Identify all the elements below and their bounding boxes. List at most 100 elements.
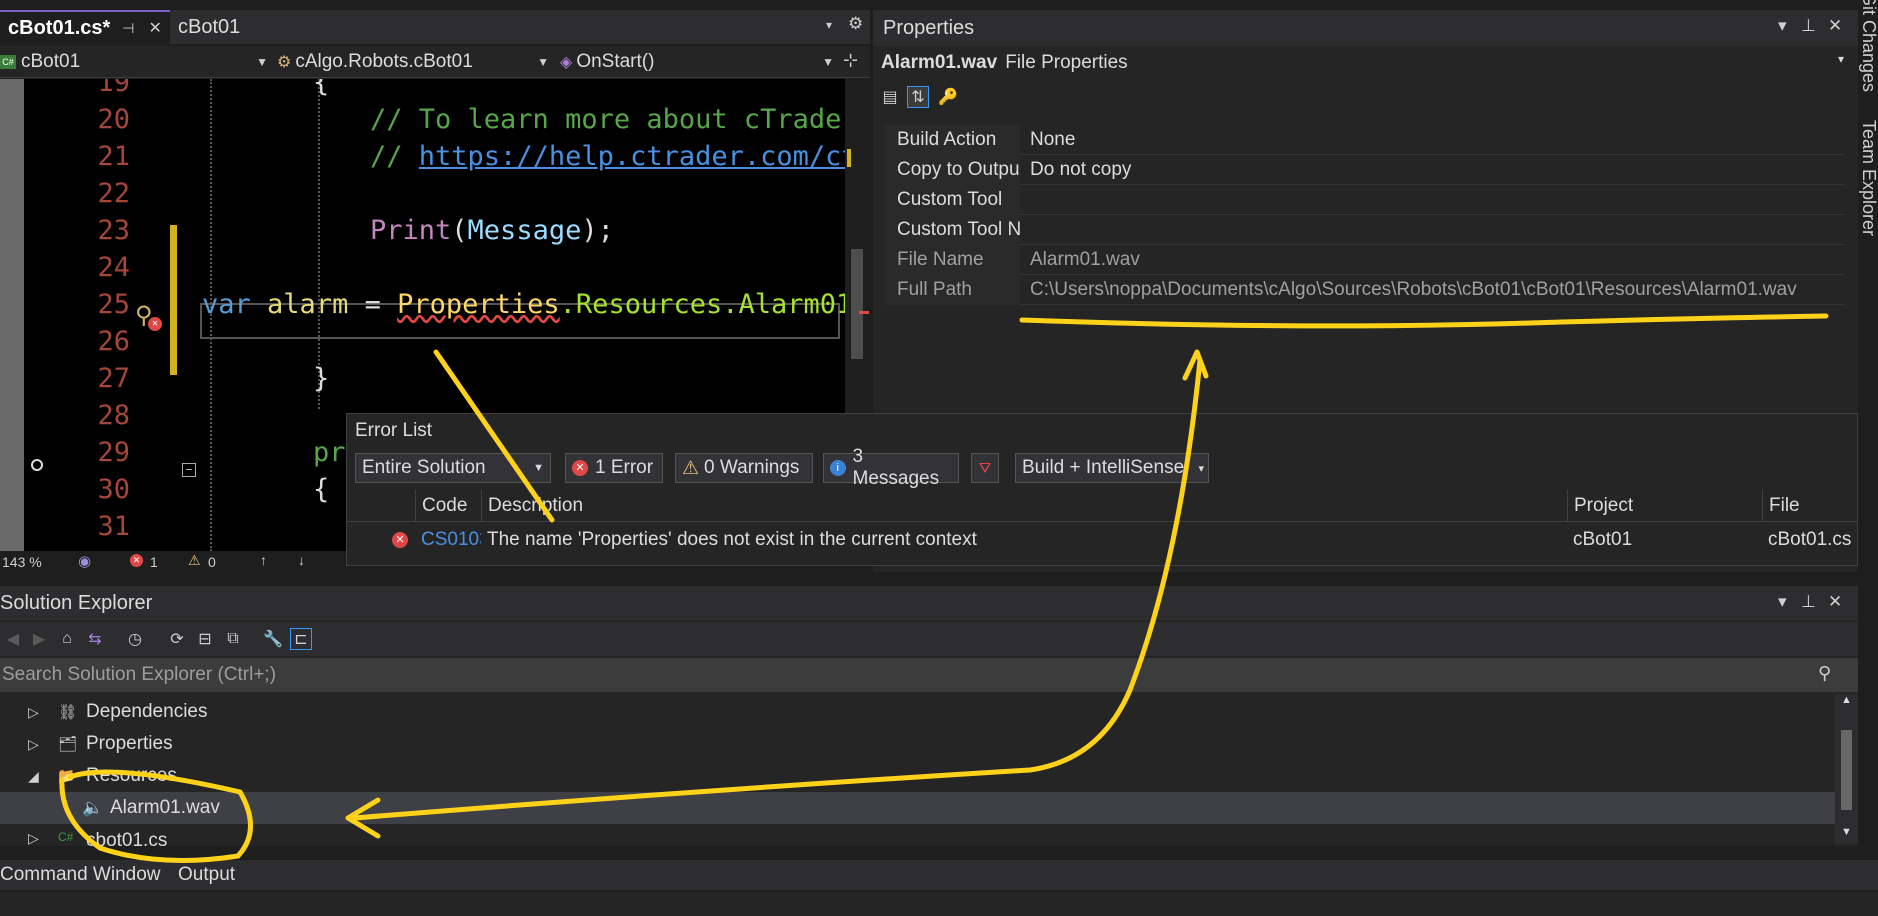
- tree-item-dependencies[interactable]: ▷ ⛓ Dependencies: [0, 696, 1835, 728]
- properties-wrench-icon[interactable]: 🔧: [262, 628, 284, 650]
- arrow-down-icon[interactable]: ↓: [298, 552, 305, 568]
- collapse-region-icon[interactable]: −: [182, 463, 196, 477]
- member-dropdown[interactable]: ◈ OnStart() ▼: [560, 49, 838, 75]
- property-pages-icon[interactable]: 🔑: [937, 86, 959, 108]
- error-code-link[interactable]: CS0103: [415, 524, 481, 556]
- show-all-files-icon[interactable]: ⧉: [222, 628, 244, 650]
- close-icon[interactable]: ✕: [1828, 592, 1842, 612]
- close-icon[interactable]: ✕: [148, 18, 161, 38]
- code-punct: (: [451, 215, 468, 246]
- home-icon[interactable]: ⌂: [56, 628, 78, 650]
- code-method: Print: [370, 215, 452, 246]
- source-dropdown[interactable]: Build + IntelliSense ▾: [1015, 453, 1209, 483]
- error-count: 1: [150, 554, 158, 570]
- search-input[interactable]: Search Solution Explorer (Ctrl+;) ⚲: [0, 658, 1858, 692]
- object-name: Alarm01.wav: [881, 52, 998, 73]
- scroll-down-icon[interactable]: ▼: [1841, 826, 1852, 838]
- alphabetical-icon[interactable]: ⇅: [907, 86, 929, 108]
- categorized-icon[interactable]: ▤: [879, 86, 901, 108]
- pin-icon[interactable]: ⊥: [1801, 16, 1816, 36]
- source-label: Build + IntelliSense: [1022, 457, 1185, 478]
- tree-item-properties[interactable]: ▷ 🗂 Properties: [0, 728, 1835, 760]
- warning-count-icon[interactable]: ⚠: [188, 552, 201, 569]
- scroll-up-icon[interactable]: ▲: [1841, 694, 1852, 706]
- git-changes-tab[interactable]: Git Changes: [1858, 0, 1878, 102]
- property-value[interactable]: [1025, 215, 1845, 245]
- property-row[interactable]: Copy to Outpu Do not copy: [885, 155, 1845, 185]
- column-file[interactable]: File: [1762, 490, 1857, 522]
- tree-item-cbot01-cs[interactable]: ▷ C# cbot01.cs: [0, 824, 1835, 846]
- column-description[interactable]: Description: [481, 490, 1561, 522]
- expand-icon[interactable]: ▷: [28, 830, 39, 846]
- window-position-icon[interactable]: ▾: [1778, 16, 1787, 36]
- filter-button[interactable]: ⛛: [971, 453, 999, 483]
- dependencies-icon: ⛓: [58, 704, 78, 721]
- property-row[interactable]: Full Path C:\Users\noppa\Documents\cAlgo…: [885, 275, 1845, 305]
- scope-dropdown[interactable]: Entire Solution ▼: [355, 453, 551, 483]
- property-row[interactable]: Custom Tool: [885, 185, 1845, 215]
- split-window-icon[interactable]: ⊹: [843, 50, 858, 71]
- pin-icon[interactable]: ⊣: [122, 20, 134, 37]
- right-tool-rail: Git Changes Team Explorer: [1858, 0, 1878, 916]
- tree-item-alarm01-wav[interactable]: 🔈 Alarm01.wav: [0, 792, 1835, 824]
- tab-list-dropdown-icon[interactable]: ▾: [826, 18, 832, 32]
- error-badge-icon: ✕: [148, 317, 162, 331]
- zoom-level[interactable]: 143 %: [2, 554, 42, 570]
- close-icon[interactable]: ✕: [1828, 16, 1842, 36]
- copilot-icon[interactable]: ◉: [78, 552, 91, 570]
- change-map-marker: [847, 149, 851, 167]
- property-value[interactable]: None: [1025, 125, 1845, 155]
- arrow-up-icon[interactable]: ↑: [260, 552, 267, 568]
- breakpoint-marker[interactable]: [31, 459, 43, 471]
- tab-command-window[interactable]: Command Window: [0, 860, 161, 890]
- property-value[interactable]: [1025, 185, 1845, 215]
- property-value[interactable]: Do not copy: [1025, 155, 1845, 185]
- class-dropdown[interactable]: ⚙ cAlgo.Robots.cBot01 ▼: [277, 49, 553, 75]
- preview-selected-icon[interactable]: ⊏: [290, 628, 312, 650]
- bottom-tool-tabs: Command Window Output: [0, 860, 1878, 890]
- forward-icon[interactable]: ▶: [28, 628, 50, 650]
- collapse-icon[interactable]: ◢: [28, 768, 39, 785]
- tab-cbot01[interactable]: cBot01: [170, 10, 310, 44]
- solution-explorer-scrollbar[interactable]: ▲ ▼: [1835, 694, 1858, 844]
- sync-icon[interactable]: ⟳: [166, 628, 188, 650]
- line-number: 30: [97, 474, 130, 505]
- expand-icon[interactable]: ▷: [28, 736, 39, 753]
- code-error-identifier[interactable]: Properties: [397, 289, 560, 320]
- column-code[interactable]: Code: [415, 490, 475, 522]
- gear-icon[interactable]: ⚙: [848, 14, 863, 34]
- pending-changes-filter-icon[interactable]: ◷: [124, 628, 146, 650]
- project-dropdown[interactable]: C# cBot01 ▼: [0, 49, 272, 75]
- warnings-filter-button[interactable]: ⚠ 0 Warnings: [675, 453, 813, 483]
- pin-icon[interactable]: ⊥: [1801, 592, 1816, 612]
- tab-output[interactable]: Output: [178, 860, 235, 890]
- tree-item-resources[interactable]: ◢ 📂 Resources: [0, 760, 1835, 792]
- scroll-thumb[interactable]: [851, 249, 863, 359]
- expand-icon[interactable]: ▷: [28, 704, 39, 721]
- team-explorer-tab[interactable]: Team Explorer: [1858, 120, 1878, 236]
- property-row[interactable]: Build Action None: [885, 125, 1845, 155]
- error-count-icon[interactable]: ✕: [130, 554, 143, 567]
- collapse-all-icon[interactable]: ⊟: [194, 628, 216, 650]
- property-row[interactable]: File Name Alarm01.wav: [885, 245, 1845, 275]
- column-project[interactable]: Project: [1567, 490, 1762, 522]
- error-row[interactable]: ✕ CS0103 The name 'Properties' does not …: [347, 524, 1857, 556]
- errors-filter-button[interactable]: ✕ 1 Error: [565, 453, 663, 483]
- property-row[interactable]: Custom Tool N: [885, 215, 1845, 245]
- window-position-icon[interactable]: ▾: [1778, 592, 1787, 612]
- switch-views-icon[interactable]: ⇆: [84, 628, 106, 650]
- line-number: 21: [97, 141, 130, 172]
- line-number: 23: [97, 215, 130, 246]
- tab-label: cBot01.cs*: [8, 16, 111, 39]
- back-icon[interactable]: ◀: [2, 628, 24, 650]
- chevron-down-icon: ▾: [1838, 52, 1845, 66]
- search-icon[interactable]: ⚲: [1818, 663, 1831, 684]
- object-selector[interactable]: Alarm01.wav File Properties ▾: [873, 48, 1858, 78]
- tab-cbot01-cs[interactable]: cBot01.cs* ⊣ ✕: [0, 10, 170, 44]
- code-line: // https://help.ctrader.com/ctrade: [370, 141, 870, 172]
- scroll-thumb[interactable]: [1841, 730, 1852, 810]
- property-name: Build Action: [885, 125, 1020, 155]
- messages-filter-button[interactable]: i 3 Messages: [823, 446, 959, 489]
- code-identifier: alarm: [267, 289, 349, 320]
- help-link[interactable]: https://help.ctrader.com/ctrade: [419, 141, 870, 172]
